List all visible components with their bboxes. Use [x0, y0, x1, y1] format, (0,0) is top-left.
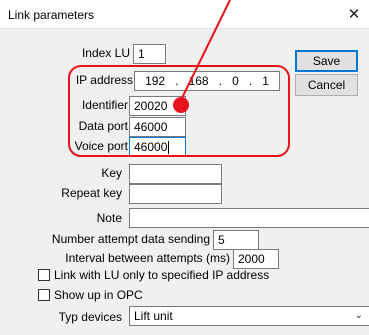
ip-octet: 0: [232, 74, 239, 88]
attempts-label: Number attempt data sending: [51, 232, 210, 246]
ip-separator: .: [175, 74, 179, 88]
text-caret: [168, 141, 170, 155]
device-type-value: Lift unit: [134, 309, 173, 323]
note-label: Note: [96, 211, 122, 225]
ip-octet: 1: [262, 74, 269, 88]
interval-label: Interval between attempts (ms): [65, 251, 230, 265]
title-bar: Link parameters ✕: [0, 0, 369, 29]
ip-octet: 168: [188, 74, 209, 88]
repeat-key-label: Repeat key: [61, 186, 122, 200]
key-label: Key: [101, 166, 122, 180]
data-port-field[interactable]: 46000: [129, 117, 186, 137]
voice-port-value: 46000: [134, 140, 168, 154]
data-port-label: Data port: [78, 119, 128, 133]
ip-separator: .: [218, 74, 222, 88]
save-button[interactable]: Save: [295, 50, 358, 72]
link-lu-only-label: Link with LU only to specified IP addres…: [54, 268, 270, 282]
interval-field[interactable]: 2000: [233, 249, 279, 269]
device-type-label: Typ devices: [58, 310, 122, 324]
key-field[interactable]: [129, 164, 222, 184]
attempts-field[interactable]: 5: [213, 230, 259, 250]
close-icon[interactable]: ✕: [339, 0, 369, 28]
show-opc-checkbox[interactable]: [38, 289, 50, 301]
repeat-key-field[interactable]: [129, 184, 222, 204]
chevron-down-icon: ⌄: [354, 310, 363, 321]
ip-separator: .: [248, 74, 253, 88]
index-lu-label: Index LU: [81, 46, 130, 60]
identifier-label: Identifier: [81, 98, 128, 112]
highlight-dot: [173, 97, 189, 113]
voice-port-label: Voice port: [74, 139, 128, 153]
link-lu-only-checkbox[interactable]: [38, 269, 50, 281]
ip-address-field[interactable]: 192 . 168 . 0 . 1: [134, 71, 280, 91]
ip-octet: 192: [145, 74, 166, 88]
index-lu-field[interactable]: 1: [133, 44, 166, 64]
voice-port-field[interactable]: 46000: [129, 137, 186, 157]
cancel-button[interactable]: Cancel: [295, 74, 358, 96]
ip-address-label: IP address: [75, 73, 133, 87]
window-title: Link parameters: [8, 8, 95, 22]
note-field[interactable]: [129, 208, 369, 228]
show-opc-label: Show up in OPC: [54, 288, 143, 302]
device-type-select[interactable]: Lift unit ⌄: [129, 306, 369, 326]
